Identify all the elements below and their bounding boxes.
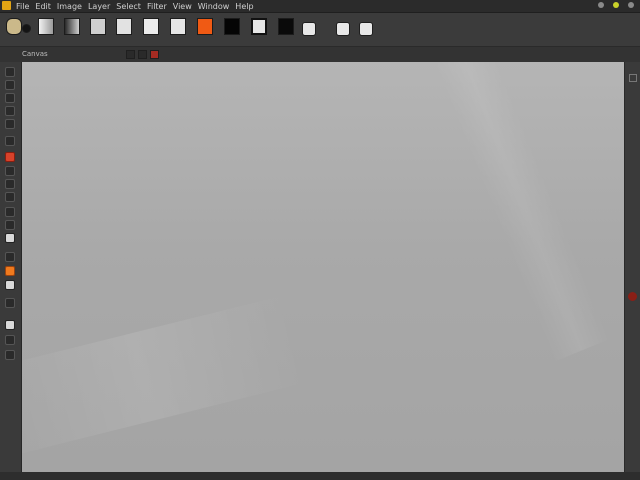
blend-tool-icon[interactable] (5, 220, 15, 230)
menu-image[interactable]: Image (57, 2, 82, 11)
drawing-canvas[interactable] (22, 62, 624, 472)
panel-record-icon[interactable] (150, 50, 159, 59)
tool-slot-3[interactable] (112, 16, 136, 46)
window-controls (598, 2, 634, 8)
maximize-icon[interactable] (613, 2, 619, 8)
smudge-icon[interactable] (302, 22, 316, 36)
black-swatch-icon (224, 18, 240, 35)
right-sidebar (624, 62, 640, 480)
ruler-tool-icon[interactable] (5, 119, 15, 129)
tool-slot-7[interactable] (220, 16, 244, 46)
swatch-icon (143, 18, 159, 35)
tool-slot-6[interactable] (193, 16, 217, 46)
tool-slot-5[interactable] (166, 16, 190, 46)
paper-icon (90, 18, 106, 35)
text-tool-icon[interactable] (5, 233, 15, 243)
tool-slot-1[interactable] (60, 16, 84, 46)
brush-tool-icon[interactable] (5, 152, 15, 162)
close-icon[interactable] (628, 2, 634, 8)
title-bar: File Edit Image Layer Select Filter View… (0, 0, 640, 13)
crop-tool-icon[interactable] (5, 106, 15, 116)
white-swatch-icon (251, 18, 267, 35)
menu-layer[interactable]: Layer (88, 2, 110, 11)
select-tool-icon[interactable] (5, 67, 15, 77)
shape-tool-icon[interactable] (5, 350, 15, 360)
lasso-tool-icon[interactable] (5, 80, 15, 90)
zoom-tool-icon[interactable] (5, 298, 15, 308)
orange-swatch-icon (197, 18, 213, 35)
tool-slot-9[interactable] (274, 16, 298, 46)
transform-icon[interactable] (336, 22, 350, 36)
pen-tool-icon[interactable] (5, 136, 15, 146)
menu-bar: File Edit Image Layer Select Filter View… (16, 0, 254, 12)
swatch-icon (170, 18, 186, 35)
menu-filter[interactable]: Filter (147, 2, 167, 11)
swatch-icon (116, 18, 132, 35)
menu-view[interactable]: View (173, 2, 192, 11)
menu-help[interactable]: Help (235, 2, 253, 11)
stamp-tool-icon[interactable] (5, 335, 15, 345)
gradient-swatch-icon (38, 18, 54, 35)
menu-select[interactable]: Select (116, 2, 141, 11)
canvas-title: Canvas (22, 50, 48, 58)
tool-slot-8[interactable] (247, 16, 271, 46)
pencil-tool-icon[interactable] (5, 166, 15, 176)
mask-tool-icon[interactable] (5, 320, 15, 330)
menu-edit[interactable]: Edit (35, 2, 51, 11)
panel-layout-icon[interactable] (138, 50, 147, 59)
eraser-tool-icon[interactable] (5, 207, 15, 217)
status-bar (0, 472, 640, 480)
airbrush-tool-icon[interactable] (5, 179, 15, 189)
tool-slot-0[interactable] (34, 16, 58, 46)
menu-window[interactable]: Window (198, 2, 230, 11)
canvas-light-streak (434, 62, 610, 362)
scroll-handle[interactable] (628, 292, 637, 301)
left-toolbox (0, 62, 22, 480)
layer-tool-icon[interactable] (5, 280, 15, 290)
tool-slot-4[interactable] (139, 16, 163, 46)
black-swatch-icon (278, 18, 294, 35)
panel-grid-icon[interactable] (126, 50, 135, 59)
minimize-icon[interactable] (598, 2, 604, 8)
hand-tool-icon[interactable] (5, 252, 15, 262)
color-picker-icon[interactable] (5, 266, 15, 276)
move-tool-icon[interactable] (5, 93, 15, 103)
fill-tool-icon[interactable] (5, 192, 15, 202)
selection-icon[interactable] (359, 22, 373, 36)
tool-options-bar (0, 13, 640, 47)
scroll-up-icon[interactable] (629, 74, 637, 82)
gradient-dark-icon (64, 18, 80, 35)
tool-slot-2[interactable] (86, 16, 110, 46)
app-logo-icon[interactable] (2, 1, 11, 10)
canvas-light-streak (22, 294, 309, 460)
canvas-header: Canvas (0, 47, 640, 63)
dot-icon (22, 24, 31, 33)
menu-file[interactable]: File (16, 2, 29, 11)
